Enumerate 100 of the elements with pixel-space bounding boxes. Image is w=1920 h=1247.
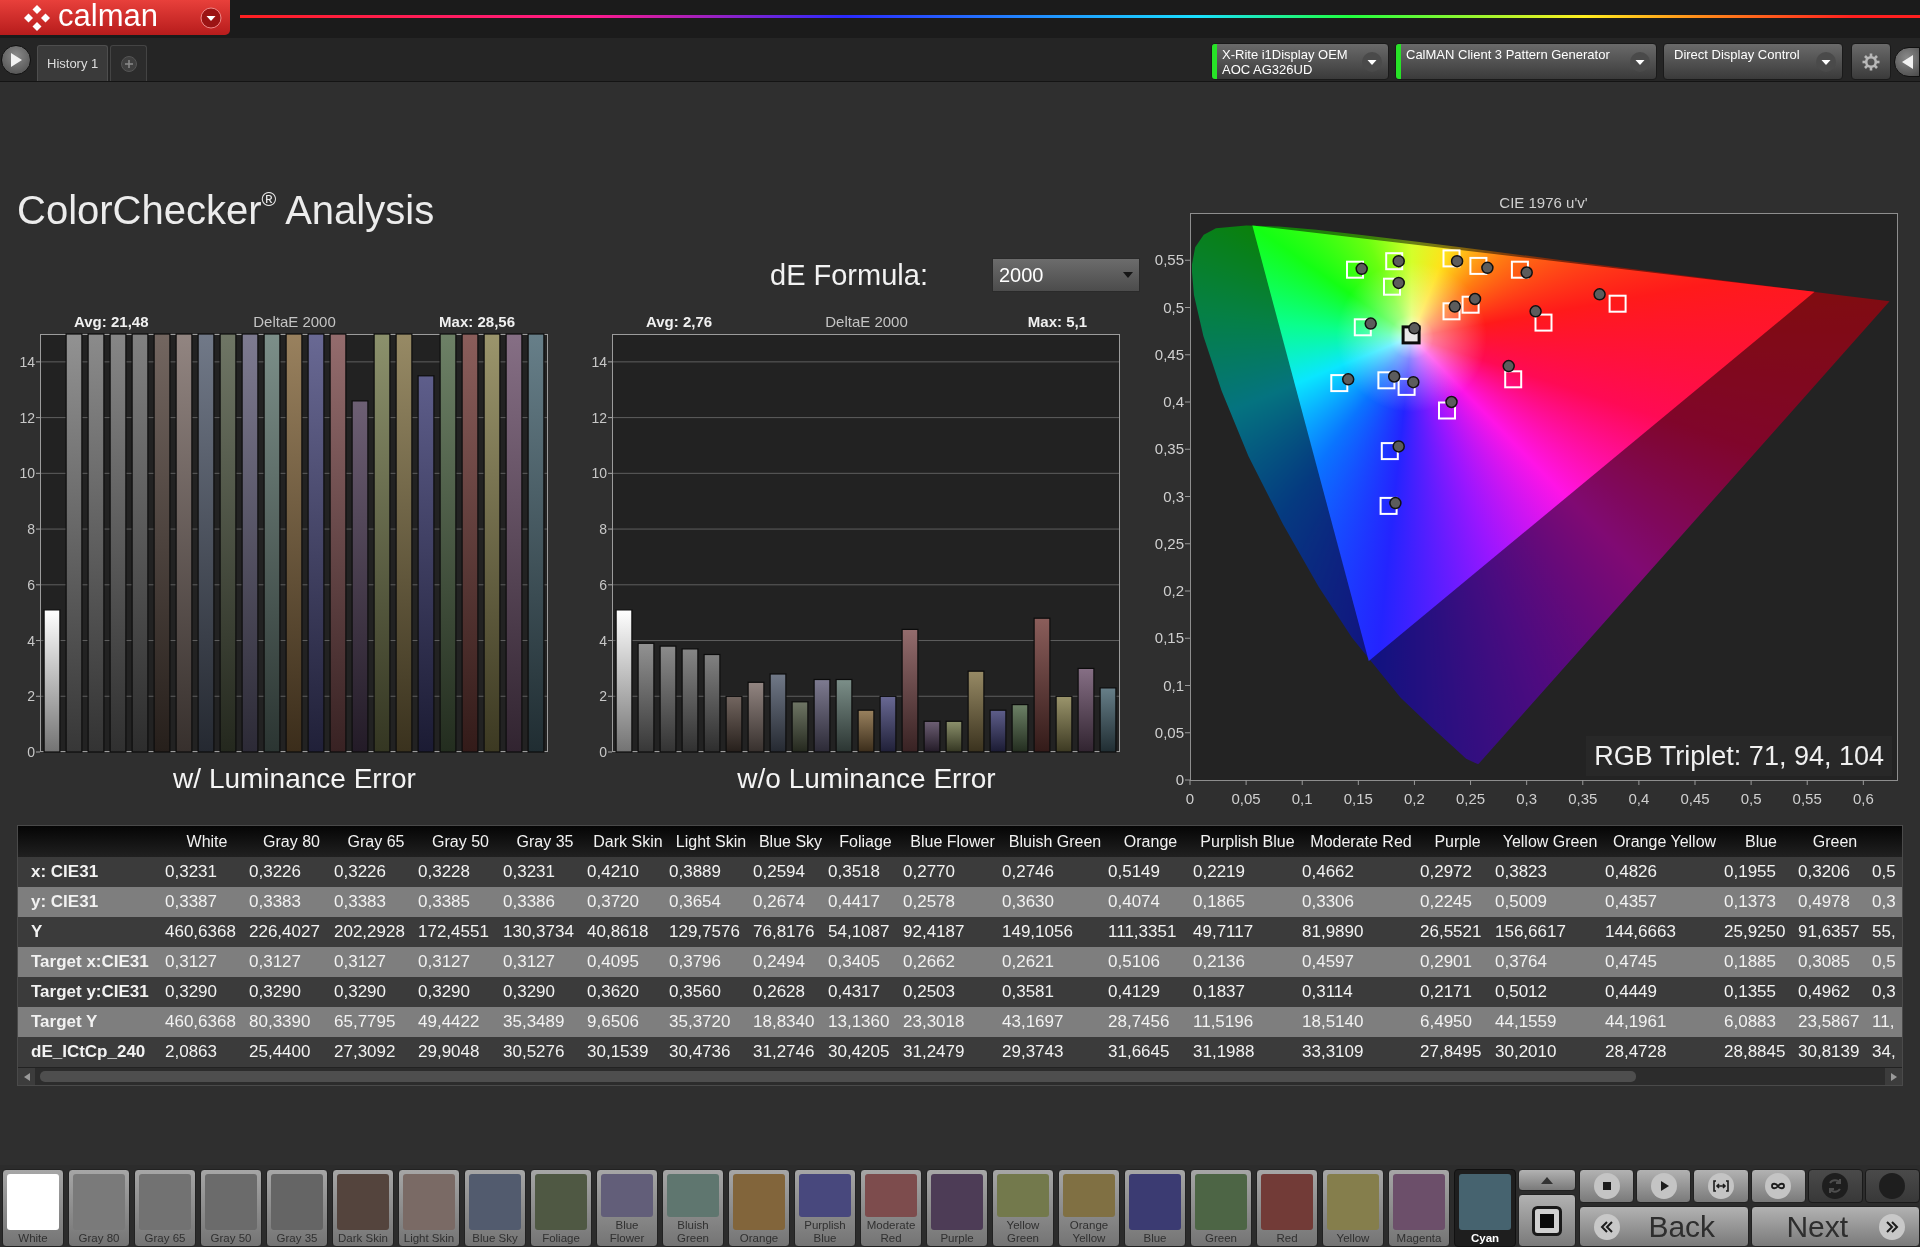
table-cell-text: 0,5 <box>1872 952 1897 972</box>
table-cell-text: 0,3290 <box>249 982 302 1002</box>
axis-tick-label: 0,1 <box>1163 676 1184 694</box>
patch-button[interactable]: Bluish Green <box>662 1169 724 1247</box>
device-selector[interactable]: CalMAN Client 3 Pattern Generator <box>1395 43 1657 80</box>
column-header: Gray 65 <box>346 832 406 851</box>
chart-stat-label: Avg: 21,48 <box>74 313 149 331</box>
bar <box>879 695 897 753</box>
table-cell-text: 28,4728 <box>1605 1042 1668 1062</box>
table-cell-text: 156,6617 <box>1495 922 1567 942</box>
toolbar-button[interactable] <box>1636 1169 1692 1203</box>
stop-icon <box>1593 1173 1620 1199</box>
column-header: Gray 80 <box>262 832 321 851</box>
patch-button[interactable]: Blue <box>1124 1169 1186 1247</box>
column-header: Orange Yellow <box>1611 832 1718 851</box>
field-label: dE Formula: <box>770 258 928 293</box>
patch-button[interactable]: Orange <box>728 1169 790 1247</box>
patch-button[interactable]: Gray 65 <box>134 1169 196 1247</box>
patch-button[interactable]: Purplish Blue <box>794 1169 856 1247</box>
patch-button[interactable]: Cyan <box>1454 1169 1516 1247</box>
axis-tick-label: 0,15 <box>1154 629 1184 647</box>
horizontal-scrollbar[interactable] <box>18 1067 1902 1085</box>
target-marker <box>1397 377 1416 396</box>
table-cell-text: 25,9250 <box>1724 922 1787 942</box>
table-cell-text: 2,0863 <box>165 1042 218 1062</box>
patch-button[interactable]: Red <box>1256 1169 1318 1247</box>
axis-tick-label: 0 <box>1175 771 1184 788</box>
table-cell-text: 0,4095 <box>587 952 640 972</box>
back-button[interactable]: Back <box>1579 1206 1749 1247</box>
patch-button[interactable]: Light Skin <box>398 1169 460 1247</box>
target-marker <box>1330 374 1349 393</box>
patch-button[interactable]: Dark Skin <box>332 1169 394 1247</box>
patch-button[interactable]: Yellow <box>1322 1169 1384 1247</box>
patch-button[interactable]: Gray 80 <box>68 1169 130 1247</box>
patch-button[interactable]: Gray 35 <box>266 1169 328 1247</box>
patch-button[interactable]: Blue Sky <box>464 1169 526 1247</box>
toolbar-button[interactable] <box>1750 1169 1806 1203</box>
patch-button[interactable]: Foliage <box>530 1169 592 1247</box>
toolbar-button[interactable] <box>1579 1169 1635 1203</box>
axis-tick-label: 0,4 <box>1628 790 1650 807</box>
patch-button[interactable]: Moderate Red <box>860 1169 922 1247</box>
table-cell-text: 0,3085 <box>1798 952 1851 972</box>
row-header: Target x:CIE31 <box>30 952 150 972</box>
settings-button[interactable] <box>1851 43 1891 80</box>
table-cell-text: 31,2746 <box>753 1042 816 1062</box>
nav-button[interactable] <box>1894 47 1920 77</box>
axis-tick-label: 0 <box>27 744 35 760</box>
table-cell-text: 0,2494 <box>753 952 806 972</box>
target-marker <box>1510 260 1529 279</box>
table-cell-text: 0,2594 <box>753 862 806 882</box>
next-button[interactable]: Next <box>1750 1206 1920 1247</box>
table-cell-text: 0,3306 <box>1302 892 1355 912</box>
nav-button[interactable] <box>1 45 31 75</box>
row-header: y: CIE31 <box>30 892 100 912</box>
patch-button[interactable]: Gray 50 <box>200 1169 262 1247</box>
table-cell-text: 460,6368 <box>165 1012 237 1032</box>
table-cell-text: 23,5867 <box>1798 1012 1861 1032</box>
table-cell-text: 27,3092 <box>334 1042 397 1062</box>
table-cell-text: 0,2662 <box>903 952 956 972</box>
table-cell-text: 28,7456 <box>1108 1012 1171 1032</box>
table-cell-text: 80,3390 <box>249 1012 312 1032</box>
measured-point <box>1529 305 1542 318</box>
table-cell-text: 0,3654 <box>669 892 722 912</box>
column-header: Light Skin <box>674 832 748 851</box>
device-selector[interactable]: Direct Display Control <box>1663 43 1843 80</box>
table-cell-text: 0,3620 <box>587 982 640 1002</box>
column-header: White <box>185 832 229 851</box>
add-tab-button[interactable] <box>110 45 148 81</box>
scrollbar-thumb[interactable] <box>40 1071 1636 1082</box>
table-cell-text: 0,3226 <box>334 862 387 882</box>
play-icon <box>1650 1173 1677 1199</box>
table-cell-text: 226,4027 <box>249 922 321 942</box>
tab[interactable]: History 1 <box>37 45 109 81</box>
table-cell-text: 0,1865 <box>1193 892 1246 912</box>
table-cell-text: 27,8495 <box>1420 1042 1483 1062</box>
table-cell-text: 0,2746 <box>1002 862 1055 882</box>
patch-button[interactable]: Blue Flower <box>596 1169 658 1247</box>
patch-button[interactable]: Purple <box>926 1169 988 1247</box>
table-cell-text: 0,2901 <box>1420 952 1473 972</box>
target-marker <box>1438 401 1456 420</box>
table-cell-text: 30,8139 <box>1798 1042 1861 1062</box>
patch-button[interactable]: Magenta <box>1388 1169 1450 1247</box>
infinity-icon <box>1765 1173 1792 1199</box>
toolbar-button[interactable] <box>1693 1169 1749 1203</box>
toolbar-button[interactable] <box>1518 1194 1576 1247</box>
patch-button[interactable]: Yellow Green <box>992 1169 1054 1247</box>
measured-point <box>1364 317 1377 330</box>
column-header: Foliage <box>838 832 893 851</box>
patch-button[interactable]: Orange Yellow <box>1058 1169 1120 1247</box>
toolbar-button[interactable] <box>1518 1169 1576 1191</box>
logo-menu-button[interactable]: calman <box>0 0 230 35</box>
table-cell-text: 33,3109 <box>1302 1042 1365 1062</box>
patch-button[interactable]: White <box>2 1169 64 1247</box>
formula-dropdown[interactable]: 2000 <box>991 258 1140 292</box>
table-cell-text: 0,3290 <box>165 982 218 1002</box>
table-cell-text: 0,4129 <box>1108 982 1161 1002</box>
bar <box>1055 695 1073 753</box>
patch-button[interactable]: Green <box>1190 1169 1252 1247</box>
device-selector[interactable]: X-Rite i1Display OEM AOC AG326UD <box>1211 43 1389 80</box>
table-cell-text: 0,3 <box>1872 892 1897 912</box>
